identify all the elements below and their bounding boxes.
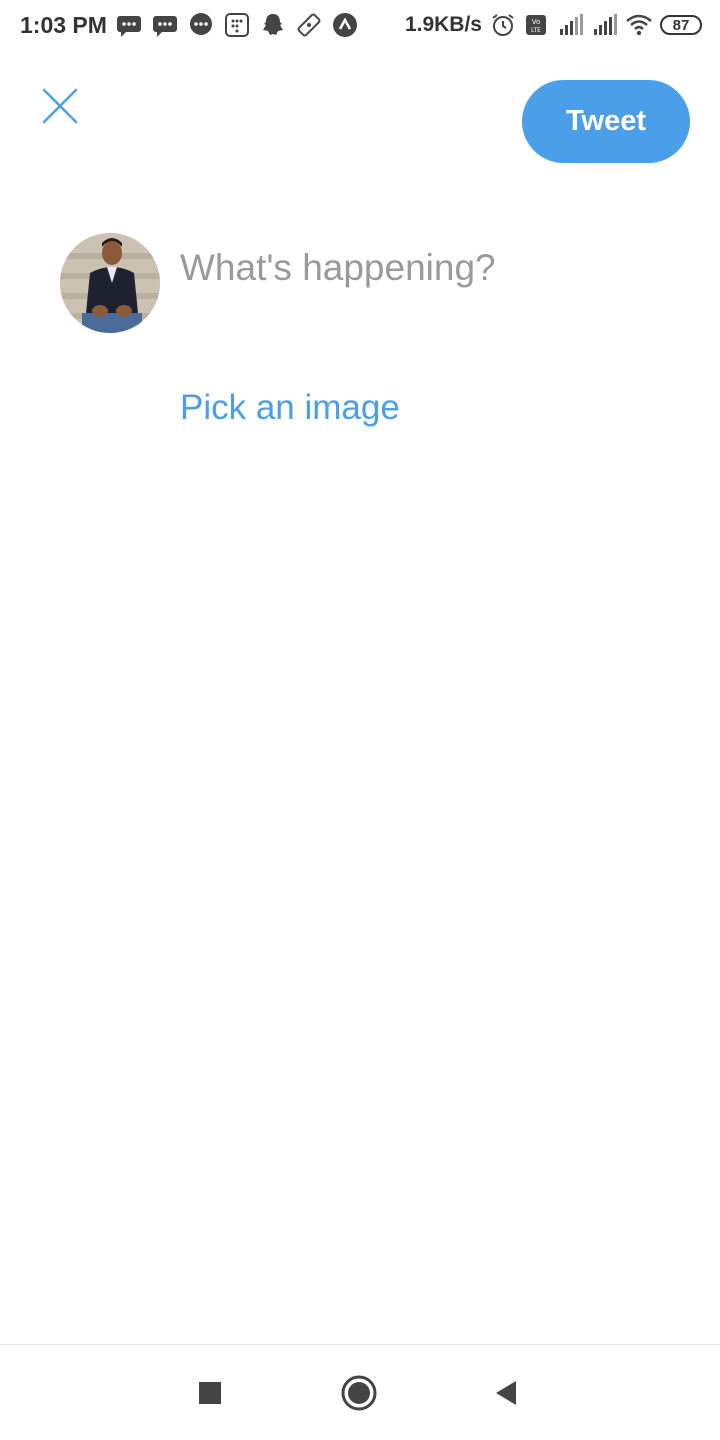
recents-square-icon[interactable] [192, 1375, 228, 1411]
alarm-icon [492, 14, 514, 36]
chat-bubble-icon [190, 13, 212, 35]
arrow-up-icon [333, 13, 357, 37]
message-icon [117, 16, 141, 37]
notification-icons [116, 12, 358, 38]
svg-text:LTE: LTE [531, 27, 541, 34]
battery-level: 87 [672, 16, 690, 34]
volte-icon: VoLTE [526, 15, 546, 35]
close-icon[interactable] [40, 86, 80, 126]
calculator-icon [225, 13, 249, 37]
ticket-icon [297, 13, 321, 37]
avatar-photo [60, 233, 160, 333]
message-icon [153, 16, 177, 37]
pick-image-link[interactable]: Pick an image [180, 388, 400, 428]
wifi-icon [626, 14, 652, 36]
signal-icon [594, 14, 617, 35]
status-time: 1:03 PM [20, 12, 107, 38]
network-speed: 1.9KB/s [404, 13, 482, 36]
svg-text:Vo: Vo [532, 18, 541, 26]
back-triangle-icon[interactable] [488, 1375, 524, 1411]
tweet-button[interactable]: Tweet [522, 80, 690, 163]
avatar [60, 233, 160, 333]
status-bar: 1:03 PM 1.9KB/s Vo LTE 87 [0, 0, 720, 52]
snapchat-icon [263, 14, 283, 35]
battery-icon: 87 [660, 15, 702, 35]
compose-tweet-screen: 1:03 PM 1.9KB/s Vo LTE 87 Tweet What's h… [0, 0, 720, 1440]
home-circle-icon[interactable] [341, 1375, 377, 1411]
system-nav-bar [0, 1344, 720, 1440]
tweet-text-input[interactable] [180, 238, 680, 298]
signal-icon [560, 14, 583, 35]
system-status-icons: 1.9KB/s Vo LTE 87 [405, 12, 702, 38]
